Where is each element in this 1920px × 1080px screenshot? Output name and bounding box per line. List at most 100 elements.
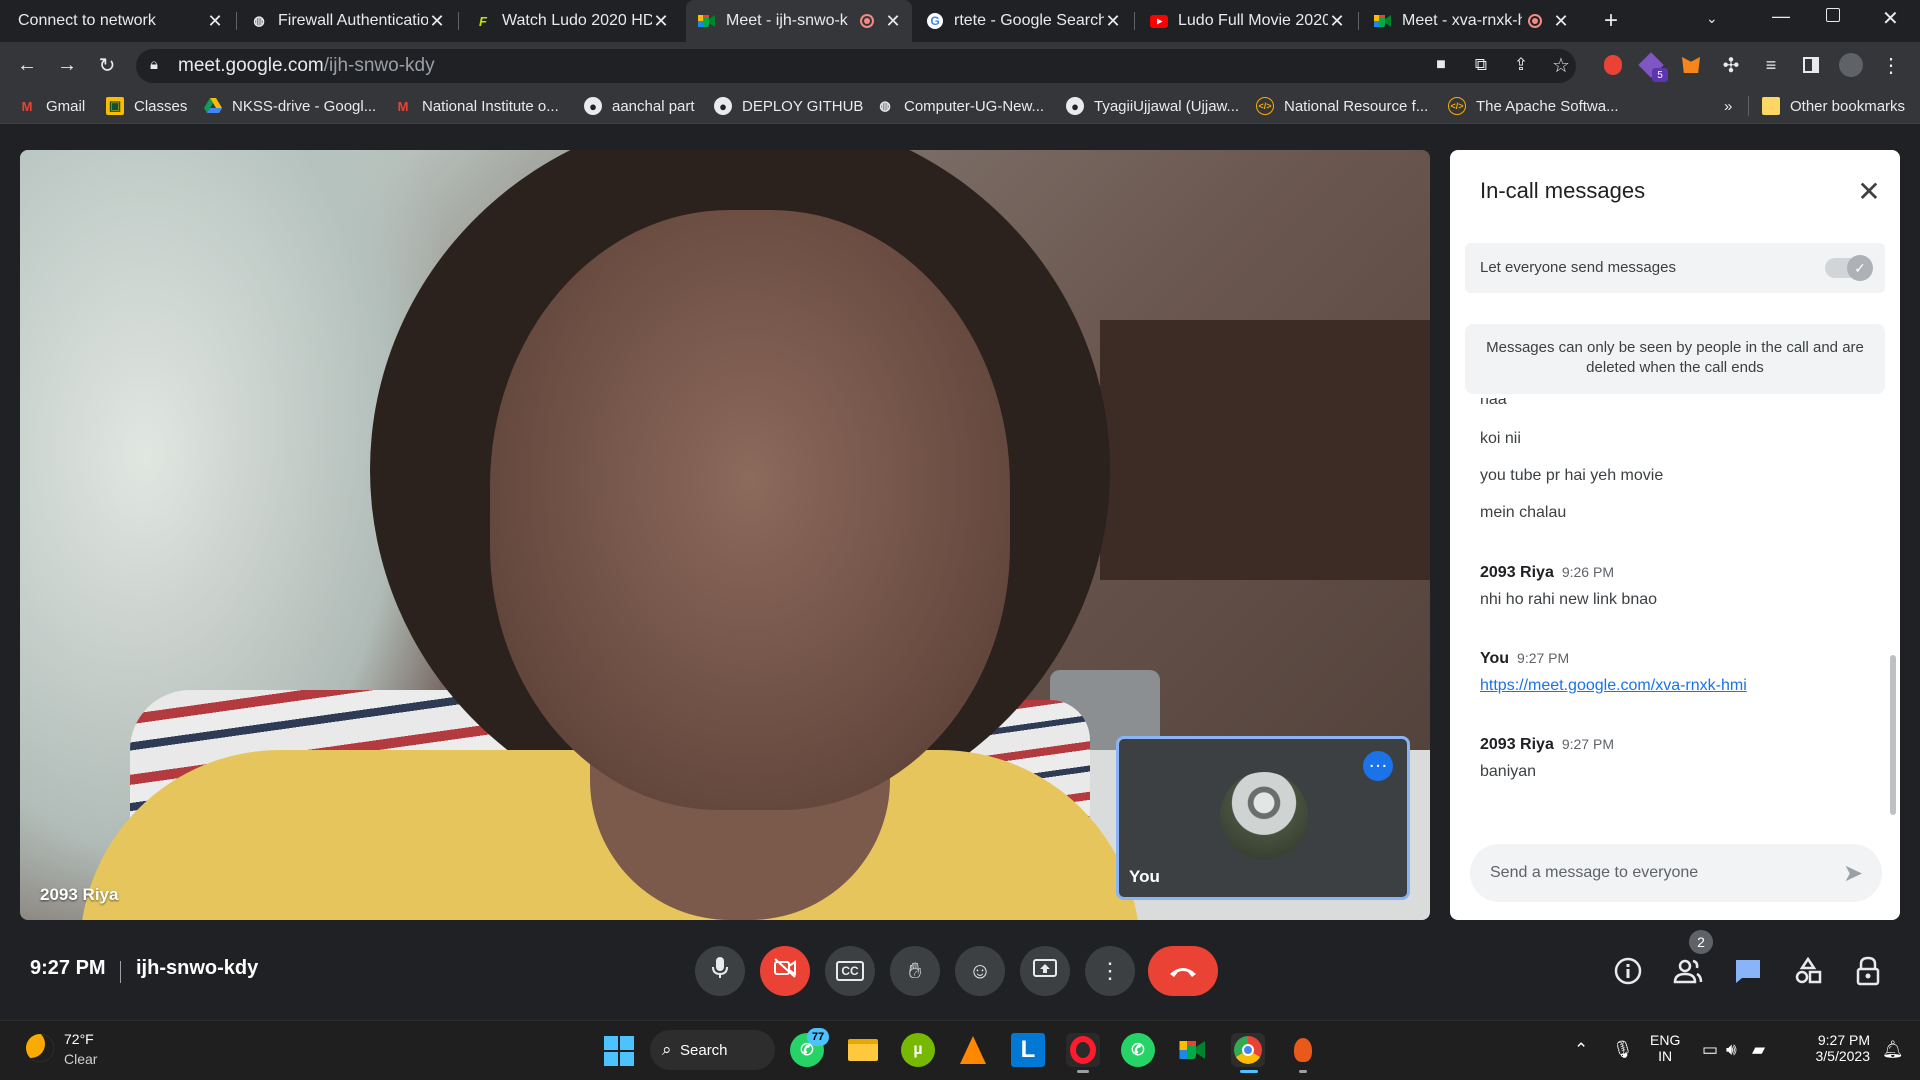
let-everyone-send-toggle[interactable]: ✓ [1825,255,1873,281]
media-control-icon[interactable]: ≡ [1756,50,1786,80]
tray-overflow-icon[interactable]: ⌃ [1574,1040,1588,1060]
close-window-icon[interactable]: ✕ [1882,6,1899,31]
bookmark-national-institute[interactable]: M National Institute o... [394,96,559,116]
close-tab-icon[interactable]: ✕ [1104,11,1122,32]
extension-red-icon[interactable] [1598,50,1628,80]
microphone-tray-icon[interactable]: 🎙︎ [1612,1040,1634,1060]
people-icon[interactable] [1671,954,1705,988]
message-text: koi nii [1480,430,1521,447]
bookmark-label: NKSS-drive - Googl... [232,97,377,115]
tab-title: Firewall Authenticatio [278,12,428,29]
present-screen-button[interactable] [1020,946,1070,996]
moon-icon[interactable] [26,1034,54,1062]
windows-start-icon[interactable] [604,1036,634,1066]
raise-hand-button[interactable]: ✋︎ [890,946,940,996]
bookmark-apache[interactable]: </> The Apache Softwa... [1448,96,1619,116]
weather-condition[interactable]: Clear [64,1051,97,1067]
message-list[interactable]: naa koi nii you tube pr hai yeh movie me… [1450,398,1900,823]
minimize-icon[interactable]: — [1772,6,1790,27]
opera-icon[interactable] [1066,1033,1100,1067]
lock-icon[interactable]: 🔒︎ [150,56,158,73]
tab-google-search[interactable]: G rtete - Google Search ✕ [914,0,1132,42]
send-icon[interactable]: ➤ [1838,858,1868,888]
message-input[interactable] [1490,844,1820,902]
close-tab-icon[interactable]: ✕ [428,11,446,32]
network-icon[interactable]: ▭ [1702,1040,1718,1060]
metamask-icon[interactable] [1676,50,1706,80]
bookmark-label: National Resource f... [1284,97,1429,115]
message-link[interactable]: https://meet.google.com/xva-rnxk-hmi [1480,677,1747,695]
bookmark-computer-ug[interactable]: ◍ Computer-UG-New... [876,96,1044,116]
language-indicator[interactable]: ENG IN [1650,1032,1680,1064]
bookmark-star-icon[interactable]: ☆ [1546,50,1576,80]
bookmark-deploy-github[interactable]: ● DEPLOY GITHUB [714,96,863,116]
profile-avatar[interactable] [1836,50,1866,80]
sender-name: 2093 Riya [1480,736,1554,753]
bookmark-classes[interactable]: ▣ Classes [106,96,187,116]
bookmark-gmail[interactable]: M Gmail [18,96,86,116]
google-meet-icon[interactable] [1176,1033,1210,1067]
tab-firewall-authentication[interactable]: ◍ Firewall Authenticatio ✕ [238,0,456,42]
restore-icon[interactable] [1826,8,1840,22]
sender-name: You [1480,650,1510,667]
clock[interactable]: 9:27 PM 3/5/2023 [1806,1032,1871,1064]
tab-youtube-ludo[interactable]: Ludo Full Movie 2020 ✕ [1138,0,1356,42]
bookmark-label: TyagiiUjjawal (Ujjaw... [1094,97,1240,115]
battery-icon[interactable]: ▰ [1752,1040,1765,1060]
extensions-puzzle-icon[interactable]: ✣ [1716,50,1746,80]
chat-scrollbar[interactable] [1890,655,1896,815]
more-options-icon[interactable]: … [1363,751,1393,781]
host-controls-icon[interactable] [1851,954,1885,988]
chat-icon[interactable] [1731,954,1765,988]
back-icon[interactable]: ← [12,50,42,80]
end-call-button[interactable] [1148,946,1218,996]
volume-icon[interactable]: 🔊︎ [1726,1040,1737,1060]
close-tab-icon[interactable]: ✕ [884,11,902,32]
tab-connect-to-network[interactable]: Connect to network ✕ [6,0,234,42]
utorrent-icon[interactable]: µ [901,1033,935,1067]
close-tab-icon[interactable]: ✕ [1552,11,1570,32]
microphone-button[interactable] [695,946,745,996]
bookmark-national-resource[interactable]: </> National Resource f... [1256,96,1428,116]
captions-button[interactable]: CC [825,946,875,996]
activities-icon[interactable] [1791,954,1825,988]
tab-search-icon[interactable]: ⌄ [1706,10,1718,27]
forward-icon[interactable]: → [52,50,82,80]
l-app-icon[interactable]: L [1011,1033,1045,1067]
url-text[interactable]: meet.google.com/ijh-snwo-kdy [178,54,435,78]
tab-watch-ludo[interactable]: F Watch Ludo 2020 HD ✕ [462,0,680,42]
reload-icon[interactable]: ↻ [92,50,122,80]
bookmarks-overflow-button[interactable]: » [1724,96,1732,116]
chrome-icon[interactable] [1231,1033,1265,1067]
bookmark-tyagiiujjawal[interactable]: ● TyagiiUjjawal (Ujjaw... [1066,96,1239,116]
hang-up-icon [1168,957,1198,985]
bookmark-nkss-drive[interactable]: NKSS-drive - Googl... [204,96,376,116]
bookmark-aanchal-part[interactable]: ● aanchal part [584,96,695,116]
weather-temperature[interactable]: 72°F [64,1031,94,1047]
notifications-icon[interactable]: 🔔︎ [1882,1040,1904,1060]
self-view-tile[interactable]: You … [1116,736,1410,900]
whatsapp-icon[interactable]: ✆ [1121,1033,1155,1067]
tab-meet-active[interactable]: Meet - ijh-snwo-k ✕ [686,0,912,42]
share-icon[interactable]: ⇪ [1506,50,1536,80]
vlc-icon[interactable] [956,1033,990,1067]
reactions-button[interactable]: ☺ [955,946,1005,996]
side-panel-icon[interactable] [1796,50,1826,80]
send-permission-row: Let everyone send messages ✓ [1465,243,1885,293]
camera-in-use-icon[interactable]: ■ [1426,50,1456,80]
close-tab-icon[interactable]: ✕ [1328,11,1346,32]
close-tab-icon[interactable]: ✕ [652,11,670,32]
new-tab-button[interactable]: + [1598,7,1624,34]
file-explorer-icon[interactable] [846,1033,880,1067]
close-panel-icon[interactable]: ✕ [1854,176,1884,207]
chrome-menu-icon[interactable]: ⋮ [1876,50,1906,80]
fire-app-icon[interactable] [1286,1033,1320,1067]
more-options-button[interactable]: ⋮ [1085,946,1135,996]
meeting-details-icon[interactable] [1611,954,1645,988]
open-in-new-icon[interactable]: ⧉ [1466,50,1496,80]
tab-meet-2[interactable]: Meet - xva-rnxk-h ✕ [1362,0,1580,42]
camera-off-button[interactable] [760,946,810,996]
other-bookmarks[interactable]: Other bookmarks [1762,96,1905,116]
close-tab-icon[interactable]: ✕ [206,11,224,32]
taskbar-search[interactable]: ⌕ Search [650,1030,775,1070]
